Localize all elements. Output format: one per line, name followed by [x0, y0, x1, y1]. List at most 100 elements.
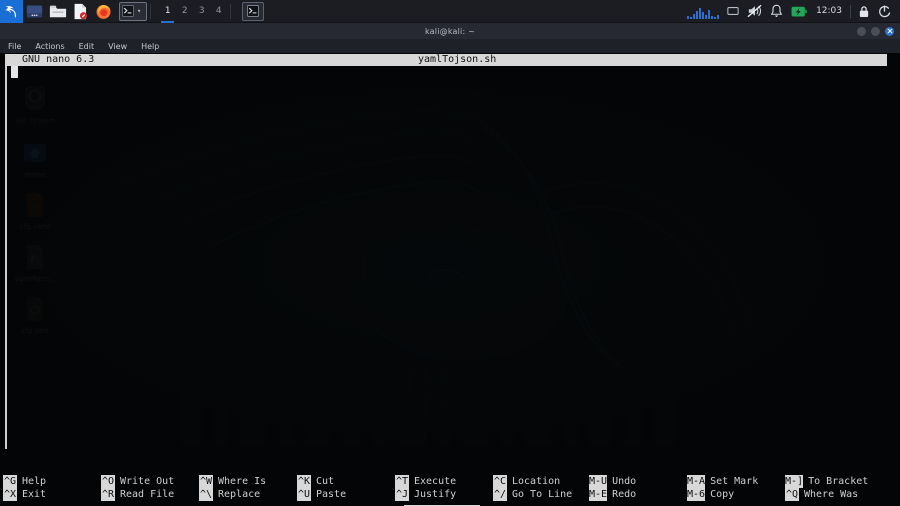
shortcut-justify[interactable]: ^J Justify: [395, 488, 456, 501]
logout-icon[interactable]: [874, 0, 895, 23]
shortcut-label: Paste: [316, 489, 347, 500]
shortcut-key: M-]: [785, 475, 804, 488]
terminal-menubar: File Actions Edit View Help: [0, 39, 900, 53]
shortcut-key: ^G: [3, 475, 17, 488]
workspace-label: 1: [164, 6, 171, 16]
close-icon: [887, 28, 892, 34]
taskbar-window-list: [242, 1, 265, 21]
workspace-2[interactable]: 2: [176, 0, 193, 23]
system-tray: 12:03: [687, 0, 900, 23]
nano-shortcut-row-1: ^G Help ^O Write Out ^W Where Is ^K Cut: [0, 475, 900, 488]
lock-icon[interactable]: [854, 0, 874, 23]
minimize-button[interactable]: [857, 26, 866, 36]
taskbar-separator: [230, 3, 232, 19]
document-icon[interactable]: [69, 0, 92, 23]
shortcut-label: Undo: [612, 476, 637, 487]
taskbar: ▾ 1 2 3 4 12:03: [0, 0, 900, 23]
menu-edit[interactable]: Edit: [77, 42, 97, 51]
shortcut-label: Where Is: [218, 476, 267, 487]
shortcut-execute[interactable]: ^T Execute: [395, 475, 456, 488]
shortcut-label: Go To Line: [512, 489, 573, 500]
nano-shortcut-row-2: ^X Exit ^R Read File ^\ Replace ^U Paste: [0, 488, 900, 501]
close-button[interactable]: [885, 26, 894, 36]
shortcut-copy[interactable]: M-6 Copy: [687, 488, 734, 501]
shortcut-paste[interactable]: ^U Paste: [297, 488, 346, 501]
shortcut-label: Exit: [22, 489, 47, 500]
shortcut-go-to-line[interactable]: ^/ Go To Line: [493, 488, 572, 501]
menu-view[interactable]: View: [106, 42, 129, 51]
screen: File System Home ym cfg.yaml: [0, 0, 900, 506]
terminal-titlebar[interactable]: kali@kali: ~: [0, 23, 900, 39]
shortcut-to-bracket[interactable]: M-] To Bracket: [785, 475, 868, 488]
maximize-button[interactable]: [871, 26, 880, 36]
shortcut-key: ^Q: [785, 488, 799, 501]
shortcut-exit[interactable]: ^X Exit: [3, 488, 46, 501]
nano-filename: yamlTojson.sh: [418, 54, 497, 65]
shortcut-where-is[interactable]: ^W Where Is: [199, 475, 266, 488]
shortcut-key: ^T: [395, 475, 409, 488]
window-controls: [857, 23, 894, 39]
shortcut-label: Write Out: [120, 476, 175, 487]
shortcut-help[interactable]: ^G Help: [3, 475, 46, 488]
kali-menu-icon[interactable]: [0, 0, 23, 23]
network-graph-icon[interactable]: [687, 4, 721, 19]
workspace-label: 3: [198, 6, 205, 16]
window-menu-button[interactable]: ▾: [119, 1, 148, 21]
shortcut-label: Where Was: [804, 489, 859, 500]
shortcut-key: ^C: [493, 475, 507, 488]
shortcut-label: Replace: [218, 489, 261, 500]
shortcut-cut[interactable]: ^K Cut: [297, 475, 334, 488]
workspace-4[interactable]: 4: [210, 0, 227, 23]
shortcut-undo[interactable]: M-U Undo: [589, 475, 636, 488]
shortcut-key: M-U: [589, 475, 608, 488]
nano-shortcut-bar: ^G Help ^O Write Out ^W Where Is ^K Cut: [0, 475, 900, 503]
shortcut-read-file[interactable]: ^R Read File: [101, 488, 174, 501]
terminal-icon: [247, 5, 260, 17]
menu-actions[interactable]: Actions: [33, 42, 66, 51]
taskbar-separator: [150, 3, 152, 19]
shortcut-key: M-A: [687, 475, 706, 488]
shortcut-key: ^U: [297, 488, 311, 501]
firefox-icon[interactable]: [92, 0, 115, 23]
menu-file[interactable]: File: [6, 42, 23, 51]
terminal-body[interactable]: GNU nano 6.3 yamlTojson.sh [ New File ] …: [0, 53, 900, 506]
shortcut-label: Copy: [710, 489, 735, 500]
shortcut-location[interactable]: ^C Location: [493, 475, 560, 488]
workspace-switcher: 1 2 3 4: [159, 0, 227, 23]
shortcut-label: Redo: [612, 489, 637, 500]
shortcut-label: Help: [22, 476, 47, 487]
terminal-icon: [122, 5, 134, 17]
clock[interactable]: 12:03: [811, 6, 847, 16]
shortcut-label: Cut: [316, 476, 335, 487]
nano-edit-area[interactable]: [5, 66, 887, 449]
taskbar-window-terminal[interactable]: [242, 1, 265, 21]
file-manager-icon[interactable]: [46, 0, 69, 23]
shortcut-set-mark[interactable]: M-A Set Mark: [687, 475, 758, 488]
shortcut-write-out[interactable]: ^O Write Out: [101, 475, 174, 488]
workspace-1[interactable]: 1: [159, 0, 176, 23]
shortcut-label: Read File: [120, 489, 175, 500]
shortcut-key: ^O: [101, 475, 115, 488]
battery-charging-icon[interactable]: [787, 0, 811, 23]
chevron-down-icon: ▾: [137, 7, 142, 15]
shortcut-where-was[interactable]: ^Q Where Was: [785, 488, 858, 501]
nano-left-margin: [5, 66, 7, 449]
shortcut-key: ^J: [395, 488, 409, 501]
volume-muted-icon[interactable]: [743, 0, 766, 23]
tray-separator: [850, 4, 851, 18]
shortcut-key: ^W: [199, 475, 213, 488]
shortcut-replace[interactable]: ^\ Replace: [199, 488, 260, 501]
workspace-label: 2: [181, 6, 188, 16]
shortcut-key: M-E: [589, 488, 608, 501]
menu-help[interactable]: Help: [139, 42, 161, 51]
workspace-3[interactable]: 3: [193, 0, 210, 23]
notification-bell-icon[interactable]: [766, 0, 787, 23]
shortcut-key: ^\: [199, 488, 213, 501]
display-icon[interactable]: [723, 0, 743, 23]
nano-version: GNU nano 6.3: [22, 54, 95, 65]
workspace-overview-icon[interactable]: [23, 0, 46, 23]
shortcut-redo[interactable]: M-E Redo: [589, 488, 636, 501]
shortcut-key: ^K: [297, 475, 311, 488]
shortcut-key: M-6: [687, 488, 706, 501]
shortcut-key: ^R: [101, 488, 115, 501]
